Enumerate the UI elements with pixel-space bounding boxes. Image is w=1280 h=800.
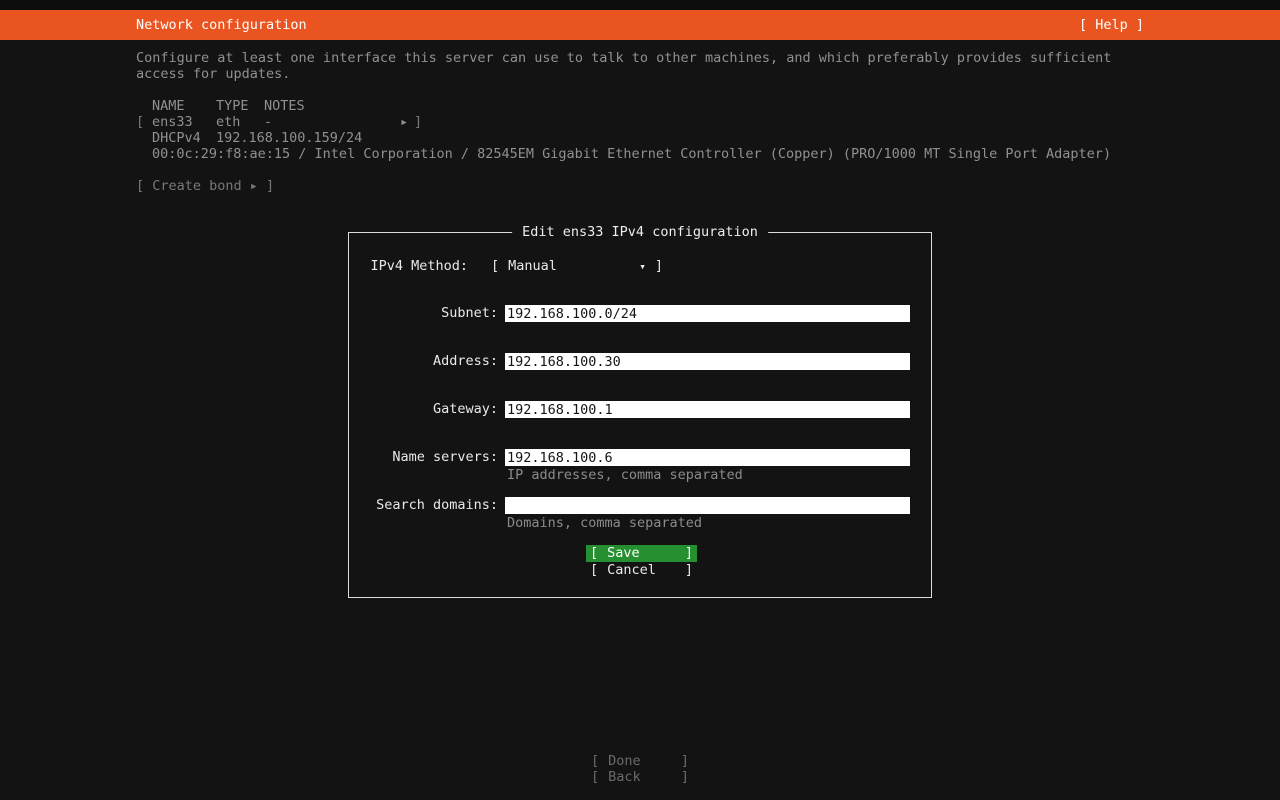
bracket-open: [ bbox=[590, 545, 598, 562]
page-title: Network configuration bbox=[136, 10, 307, 40]
interface-row-ens33[interactable]: [ ens33 eth - ▸ ] bbox=[0, 114, 1280, 130]
bracket-close: ] bbox=[681, 753, 689, 769]
edit-ipv4-dialog: Edit ens33 IPv4 configuration IPv4 Metho… bbox=[348, 232, 932, 598]
create-bond-button[interactable]: [ Create bond ▸ ] bbox=[136, 178, 274, 194]
bracket-open: [ bbox=[491, 258, 499, 275]
name-servers-label: Name servers: bbox=[369, 449, 498, 466]
interface-notes: - bbox=[264, 114, 272, 130]
save-button-label: Save bbox=[607, 545, 640, 562]
bracket-close: ] bbox=[685, 562, 693, 579]
intro-line-2: access for updates. bbox=[136, 66, 290, 82]
ipv4-method-value: Manual bbox=[508, 258, 557, 275]
interface-name: ens33 bbox=[152, 114, 193, 130]
help-button[interactable]: [ Help ] bbox=[1079, 10, 1144, 40]
top-bar: Network configuration [ Help ] bbox=[0, 10, 1280, 40]
subnet-input[interactable] bbox=[505, 305, 910, 322]
search-domains-label: Search domains: bbox=[369, 497, 498, 514]
column-header-type: TYPE bbox=[216, 98, 249, 114]
name-servers-row: Name servers: bbox=[349, 449, 931, 466]
bracket-open: [ bbox=[136, 114, 144, 130]
dhcp-value: 192.168.100.159/24 bbox=[216, 130, 362, 146]
subnet-row: Subnet: bbox=[349, 305, 931, 322]
chevron-right-icon: ▸ bbox=[400, 114, 408, 130]
cancel-button-label: Cancel bbox=[607, 562, 656, 579]
save-button[interactable]: [ Save ] bbox=[586, 545, 697, 562]
dialog-title: Edit ens33 IPv4 configuration bbox=[512, 224, 768, 241]
bracket-close: ] bbox=[685, 545, 693, 562]
column-header-name: NAME bbox=[152, 98, 185, 114]
cancel-button[interactable]: [ Cancel ] bbox=[586, 562, 697, 579]
installer-screen: Network configuration [ Help ] Configure… bbox=[0, 0, 1280, 800]
bracket-close: ] bbox=[655, 258, 663, 275]
dhcp-label: DHCPv4 bbox=[152, 130, 201, 146]
ipv4-method-label: IPv4 Method: bbox=[369, 258, 468, 275]
back-button-label: Back bbox=[608, 769, 641, 785]
search-domains-input[interactable] bbox=[505, 497, 910, 514]
intro-line-1: Configure at least one interface this se… bbox=[136, 50, 1111, 66]
bracket-open: [ bbox=[590, 562, 598, 579]
interface-type: eth bbox=[216, 114, 240, 130]
done-button[interactable]: [ Done ] bbox=[587, 753, 693, 769]
chevron-down-icon: ▾ bbox=[639, 258, 646, 275]
done-button-label: Done bbox=[608, 753, 641, 769]
address-label: Address: bbox=[369, 353, 498, 370]
search-domains-help: Domains, comma separated bbox=[507, 515, 702, 531]
back-button[interactable]: [ Back ] bbox=[587, 769, 693, 785]
search-domains-row: Search domains: bbox=[349, 497, 931, 514]
interface-hw-info: 00:0c:29:f8:ae:15 / Intel Corporation / … bbox=[152, 146, 1111, 162]
bracket-open: [ bbox=[591, 753, 599, 769]
bracket-open: [ bbox=[591, 769, 599, 785]
gateway-input[interactable] bbox=[505, 401, 910, 418]
bracket-close: ] bbox=[414, 114, 422, 130]
subnet-label: Subnet: bbox=[369, 305, 498, 322]
address-input[interactable] bbox=[505, 353, 910, 370]
top-strip bbox=[0, 0, 1280, 10]
name-servers-input[interactable] bbox=[505, 449, 910, 466]
gateway-row: Gateway: bbox=[349, 401, 931, 418]
name-servers-help: IP addresses, comma separated bbox=[507, 467, 743, 483]
address-row: Address: bbox=[349, 353, 931, 370]
gateway-label: Gateway: bbox=[369, 401, 498, 418]
ipv4-method-select[interactable]: [ Manual ▾ ] bbox=[491, 258, 663, 275]
column-header-notes: NOTES bbox=[264, 98, 305, 114]
bracket-close: ] bbox=[681, 769, 689, 785]
ipv4-method-row: IPv4 Method: [ Manual ▾ ] bbox=[349, 258, 931, 275]
